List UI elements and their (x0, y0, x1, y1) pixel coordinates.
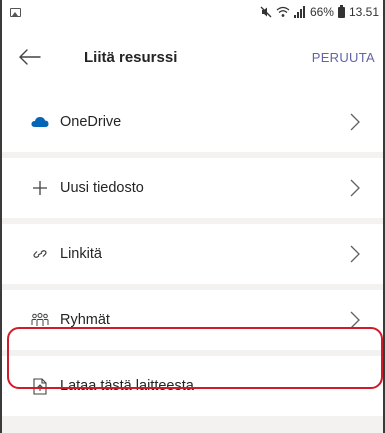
onedrive-icon (30, 112, 50, 132)
plus-icon (30, 178, 50, 198)
chevron-right-icon (350, 245, 360, 263)
list-item-label: Ryhmät (60, 312, 110, 328)
list-item-new-file[interactable]: Uusi tiedosto (2, 158, 383, 218)
link-icon (30, 244, 50, 264)
resource-list: OneDrive Uusi tiedosto Linkitä Ryhmät La… (2, 92, 383, 433)
back-arrow-icon[interactable] (10, 37, 50, 77)
battery-percent: 66% (309, 5, 334, 19)
list-item-label: Lataa tästä laitteesta (60, 378, 194, 394)
cancel-button[interactable]: PERUUTA (312, 34, 375, 80)
teams-icon (30, 310, 50, 330)
list-item-label: Uusi tiedosto (60, 180, 144, 196)
chevron-right-icon (350, 113, 360, 131)
status-bar: 66% 13.51 (2, 0, 383, 24)
wifi-icon (276, 6, 290, 17)
list-item-upload-from-device[interactable]: Lataa tästä laitteesta (2, 356, 383, 416)
mute-icon (260, 6, 272, 18)
signal-icon (293, 6, 305, 18)
battery-icon (337, 4, 345, 18)
chevron-right-icon (350, 311, 360, 329)
list-item-label: Linkitä (60, 246, 102, 262)
list-item-link[interactable]: Linkitä (2, 224, 383, 284)
list-item-teams[interactable]: Ryhmät (2, 290, 383, 350)
chevron-right-icon (350, 179, 360, 197)
list-item-label: OneDrive (60, 114, 122, 130)
header: Liitä resurssi PERUUTA (2, 34, 383, 80)
upload-icon (30, 376, 50, 396)
image-icon (10, 7, 21, 17)
page-title: Liitä resurssi (84, 48, 178, 66)
list-item-onedrive[interactable]: OneDrive (2, 92, 383, 152)
status-time: 13.51 (348, 5, 379, 19)
